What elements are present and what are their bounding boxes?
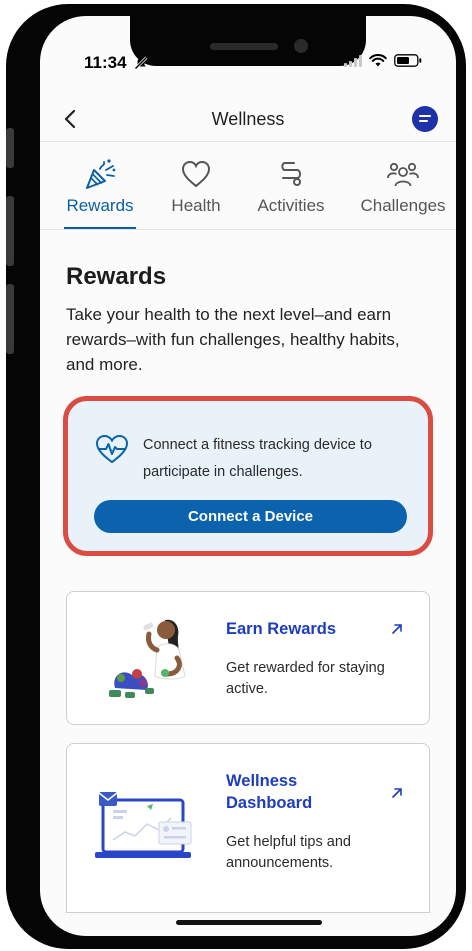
divider (40, 229, 456, 230)
wellness-dashboard-card[interactable]: Wellness Dashboard Get helpful tips and … (66, 743, 430, 913)
tab-label: Challenges (360, 196, 446, 215)
phone-frame: 11:34 Wellness Rewards Health Activities… (6, 4, 466, 949)
earn-rewards-card[interactable]: Earn Rewards Get rewarded for staying ac… (66, 591, 430, 725)
arrow-up-right-icon (391, 622, 403, 640)
tab-label: Health (171, 196, 221, 215)
card-description: Get helpful tips and announcements. (226, 834, 351, 871)
page-title: Wellness (211, 109, 285, 129)
nav-bar: Wellness (40, 98, 456, 142)
group-icon (386, 158, 420, 190)
notch (130, 16, 366, 66)
tab-label: Rewards (66, 196, 134, 215)
battery-icon (394, 54, 422, 67)
tab-label: Activities (257, 196, 325, 215)
tab-activities[interactable]: Activities (232, 142, 350, 230)
tab-bar: Rewards Health Activities Challenges (40, 142, 456, 230)
camera (294, 39, 308, 53)
status-icons (344, 54, 422, 67)
chat-button[interactable] (412, 106, 438, 132)
side-button (6, 128, 14, 168)
heart-outline-icon (180, 158, 212, 190)
tab-rewards[interactable]: Rewards (40, 142, 160, 230)
screen: 11:34 Wellness Rewards Health Activities… (40, 16, 456, 936)
cellular-signal-icon (344, 54, 362, 67)
card-title: Earn Rewards (226, 620, 337, 638)
card-description: Get rewarded for staying active. (226, 660, 385, 697)
home-indicator[interactable] (176, 920, 322, 925)
side-button (6, 196, 14, 266)
woman-exercising-illustration (109, 619, 186, 698)
intro-text: Take your health to the next level–and e… (66, 305, 400, 374)
section-title: Rewards (66, 263, 167, 290)
wifi-icon (369, 54, 387, 67)
heart-pulse-icon (94, 433, 130, 470)
connect-device-text: Connect a fitness tracking device to par… (143, 437, 372, 480)
status-time: 11:34 (84, 53, 127, 72)
side-button (6, 284, 14, 354)
tab-health[interactable]: Health (160, 142, 232, 230)
silent-mode-icon (134, 56, 148, 73)
arrow-up-right-icon (391, 786, 403, 804)
route-icon (276, 158, 306, 190)
party-popper-icon (83, 158, 117, 190)
speaker (210, 43, 278, 50)
card-title: Wellness Dashboard (226, 772, 313, 812)
tab-challenges[interactable]: Challenges (350, 142, 456, 230)
laptop-dashboard-illustration (95, 792, 192, 858)
connect-device-card: Connect a fitness tracking device to par… (63, 396, 433, 556)
connect-device-button[interactable]: Connect a Device (94, 500, 407, 533)
